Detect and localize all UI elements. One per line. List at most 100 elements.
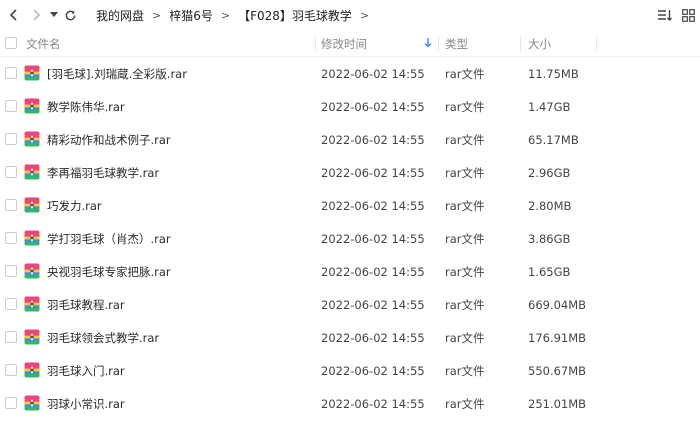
file-modified-time: 2022-06-02 14:55: [321, 132, 425, 147]
file-type: rar文件: [445, 198, 485, 213]
row-checkbox[interactable]: [5, 397, 17, 409]
rar-file-icon: [24, 131, 40, 147]
row-checkbox[interactable]: [5, 232, 17, 244]
file-name[interactable]: 巧发力.rar: [47, 189, 102, 222]
sort-list-icon: [658, 10, 672, 21]
file-modified-time: 2022-06-02 14:55: [321, 363, 425, 378]
file-name[interactable]: 学打羽毛球（肖杰）.rar: [47, 222, 171, 255]
file-row[interactable]: 学打羽毛球（肖杰）.rar 2022-06-02 14:55 rar文件 3.8…: [0, 222, 700, 255]
breadcrumb-item-root[interactable]: 我的网盘: [96, 7, 144, 24]
file-type: rar文件: [445, 297, 485, 312]
forward-button[interactable]: [26, 5, 46, 25]
file-modified-time: 2022-06-02 14:55: [321, 231, 425, 246]
file-name[interactable]: 羽毛球领会式教学.rar: [47, 321, 159, 354]
file-size: 3.86GB: [528, 231, 571, 246]
file-type: rar文件: [445, 132, 485, 147]
file-modified-time: 2022-06-02 14:55: [321, 66, 425, 81]
rar-file-icon: [24, 65, 40, 81]
file-type: rar文件: [445, 231, 485, 246]
rar-file-icon: [24, 230, 40, 246]
file-type: rar文件: [445, 66, 485, 81]
file-list-header: 文件名 修改时间 类型 大小: [0, 30, 700, 57]
file-size: 669.04MB: [528, 297, 587, 312]
file-name[interactable]: 精彩动作和战术例子.rar: [47, 123, 171, 156]
chevron-left-icon: [9, 9, 17, 21]
row-checkbox[interactable]: [5, 265, 17, 277]
file-type: rar文件: [445, 363, 485, 378]
file-name[interactable]: [羽毛球].刘瑞蔵.全彩版.rar: [47, 57, 187, 90]
row-checkbox[interactable]: [5, 199, 17, 211]
file-row[interactable]: 李再福羽毛球教学.rar 2022-06-02 14:55 rar文件 2.96…: [0, 156, 700, 189]
file-row[interactable]: 羽毛球教程.rar 2022-06-02 14:55 rar文件 669.04M…: [0, 288, 700, 321]
file-type: rar文件: [445, 264, 485, 279]
column-header-type[interactable]: 类型: [445, 30, 468, 57]
file-modified-time: 2022-06-02 14:55: [321, 396, 425, 411]
file-size: 2.80MB: [528, 198, 572, 213]
file-name[interactable]: 羽毛球入门.rar: [47, 354, 125, 387]
file-row[interactable]: 羽毛球领会式教学.rar 2022-06-02 14:55 rar文件 176.…: [0, 321, 700, 354]
rar-file-icon: [24, 164, 40, 180]
file-size: 1.47GB: [528, 99, 571, 114]
file-row[interactable]: 央视羽毛球专家把脉.rar 2022-06-02 14:55 rar文件 1.6…: [0, 255, 700, 288]
file-row[interactable]: 精彩动作和战术例子.rar 2022-06-02 14:55 rar文件 65.…: [0, 123, 700, 156]
row-checkbox[interactable]: [5, 364, 17, 376]
file-size: 251.01MB: [528, 396, 587, 411]
file-modified-time: 2022-06-02 14:55: [321, 330, 425, 345]
toolbar: 我的网盘 > 梓猫6号 > 【F028】羽毛球教学 >: [0, 0, 700, 30]
file-name[interactable]: 羽毛球教程.rar: [47, 288, 125, 321]
file-modified-time: 2022-06-02 14:55: [321, 297, 425, 312]
file-modified-time: 2022-06-02 14:55: [321, 264, 425, 279]
column-header-size[interactable]: 大小: [528, 30, 551, 57]
file-type: rar文件: [445, 165, 485, 180]
refresh-icon: [65, 9, 75, 20]
file-modified-time: 2022-06-02 14:55: [321, 165, 425, 180]
refresh-button[interactable]: [60, 5, 80, 25]
file-name[interactable]: 教学陈伟华.rar: [47, 90, 125, 123]
select-all-checkbox[interactable]: [5, 37, 17, 49]
rar-file-icon: [24, 263, 40, 279]
dropdown-icon: [50, 12, 58, 17]
file-row[interactable]: 羽毛球入门.rar 2022-06-02 14:55 rar文件 550.67M…: [0, 354, 700, 387]
row-checkbox[interactable]: [5, 331, 17, 343]
row-checkbox[interactable]: [5, 67, 17, 79]
breadcrumb-item-current[interactable]: 【F028】羽毛球教学: [238, 7, 352, 24]
grid-view-icon: [681, 8, 695, 22]
file-size: 1.65GB: [528, 264, 571, 279]
file-modified-time: 2022-06-02 14:55: [321, 198, 425, 213]
file-name[interactable]: 羽球小常识.rar: [47, 387, 125, 420]
file-type: rar文件: [445, 396, 485, 411]
file-name[interactable]: 央视羽毛球专家把脉.rar: [47, 255, 171, 288]
row-checkbox[interactable]: [5, 166, 17, 178]
file-modified-time: 2022-06-02 14:55: [321, 99, 425, 114]
breadcrumb-separator: >: [359, 8, 370, 22]
breadcrumb-separator: >: [220, 8, 231, 22]
rar-file-icon: [24, 329, 40, 345]
file-row[interactable]: 教学陈伟华.rar 2022-06-02 14:55 rar文件 1.47GB: [0, 90, 700, 123]
file-row[interactable]: 羽球小常识.rar 2022-06-02 14:55 rar文件 251.01M…: [0, 387, 700, 420]
rar-file-icon: [24, 98, 40, 114]
rar-file-icon: [24, 362, 40, 378]
file-size: 65.17MB: [528, 132, 579, 147]
file-type: rar文件: [445, 330, 485, 345]
file-size: 11.75MB: [528, 66, 579, 81]
row-checkbox[interactable]: [5, 100, 17, 112]
column-divider: [596, 36, 597, 51]
back-button[interactable]: [4, 5, 24, 25]
file-type: rar文件: [445, 99, 485, 114]
column-header-modified[interactable]: 修改时间: [321, 30, 367, 57]
breadcrumb-item-folder[interactable]: 梓猫6号: [169, 7, 213, 24]
column-header-name[interactable]: 文件名: [26, 30, 61, 57]
sort-button[interactable]: [656, 6, 674, 24]
rar-file-icon: [24, 395, 40, 411]
row-checkbox[interactable]: [5, 298, 17, 310]
file-size: 176.91MB: [528, 330, 587, 345]
row-checkbox[interactable]: [5, 133, 17, 145]
rar-file-icon: [24, 197, 40, 213]
file-row[interactable]: 巧发力.rar 2022-06-02 14:55 rar文件 2.80MB: [0, 189, 700, 222]
chevron-right-icon: [33, 9, 41, 21]
breadcrumb: 我的网盘 > 梓猫6号 > 【F028】羽毛球教学 >: [96, 0, 377, 30]
breadcrumb-separator: >: [152, 8, 162, 22]
file-row[interactable]: [羽毛球].刘瑞蔵.全彩版.rar 2022-06-02 14:55 rar文件…: [0, 57, 700, 90]
file-name[interactable]: 李再福羽毛球教学.rar: [47, 156, 159, 189]
view-mode-button[interactable]: [679, 6, 697, 24]
